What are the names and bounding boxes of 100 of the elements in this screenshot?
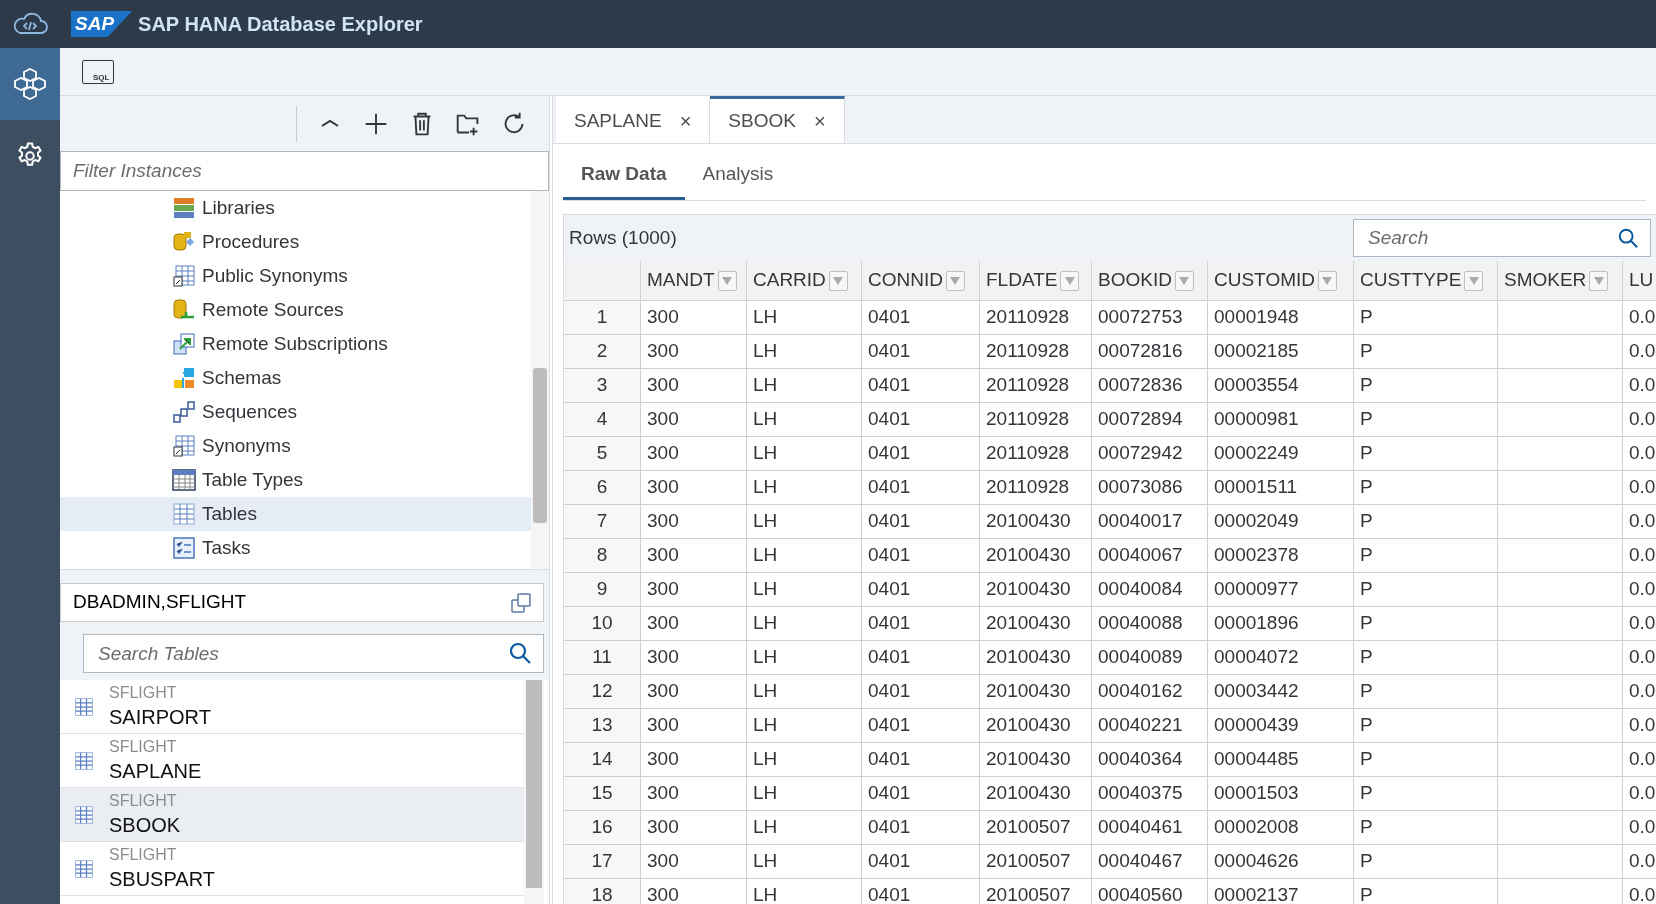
table-cell: LH [747,675,862,709]
table-cell: 300 [641,709,747,743]
tree-item-label: Tasks [202,535,251,560]
close-tab-button[interactable]: × [813,106,826,136]
tree-item-label: Public Synonyms [202,263,348,288]
table-cell: 20100430 [980,505,1092,539]
database-explorer-button[interactable] [0,48,60,120]
table-icon [74,804,94,825]
tree-item-label: Remote Sources [202,297,344,322]
table-cell: 300 [641,335,747,369]
editor-tab[interactable]: SAPLANE × [556,96,711,143]
column-menu-icon[interactable] [1589,270,1609,291]
search-tables-field[interactable]: Search Tables [83,634,544,673]
table-cell: 00072836 [1092,369,1208,403]
table-cell: 20100507 [980,811,1092,845]
table-cell: LH [747,777,862,811]
table-cell: 00040067 [1092,539,1208,573]
search-icon[interactable] [1617,227,1639,249]
column-header[interactable]: SMOKER [1498,261,1623,301]
table-cell: 300 [641,811,747,845]
column-menu-icon[interactable] [1318,270,1337,291]
table-cell: 00001896 [1208,607,1354,641]
table-cell: 00072816 [1092,335,1208,369]
column-menu-icon[interactable] [828,270,848,291]
tree-item-label: Sequences [202,399,298,424]
table-cell: P [1354,845,1498,879]
row-number: 7 [564,505,641,539]
tree-item[interactable]: Tables [60,497,531,531]
column-menu-icon[interactable] [1174,270,1194,291]
cloud-code-icon[interactable] [11,12,49,36]
open-in-new-icon[interactable] [511,592,531,613]
table-cell: 20110928 [980,369,1092,403]
table-list-item[interactable]: SFLIGHT SBOOK [60,788,524,842]
column-menu-icon[interactable] [1060,270,1080,291]
table-cell: 20100430 [980,675,1092,709]
table-cell: 00003442 [1208,675,1354,709]
table-icon [172,502,196,526]
table-cell: 0401 [862,335,980,369]
table-cell: 00000439 [1208,709,1354,743]
schema-label: SFLIGHT [109,845,178,864]
table-cell: 0401 [862,607,980,641]
scrollbar-thumb[interactable] [526,680,542,888]
table-cell: 00040084 [1092,573,1208,607]
row-number: 14 [564,743,641,777]
column-menu-icon[interactable] [945,270,965,291]
sql-console-button[interactable]: SQL [82,59,114,84]
column-header[interactable]: CARRID [747,261,862,301]
table-cell: 20100430 [980,573,1092,607]
column-header[interactable] [564,261,641,301]
column-header[interactable]: CUSTTYPE [1354,261,1498,301]
scrollbar-thumb[interactable] [533,368,547,523]
table-cell: 300 [641,845,747,879]
column-header[interactable]: FLDATE [980,261,1092,301]
table-cell: P [1354,437,1498,471]
column-header[interactable]: CONNID [862,261,980,301]
table-cell: P [1354,709,1498,743]
tree-item-label: Table Types [202,467,304,492]
column-header[interactable]: BOOKID [1092,261,1208,301]
tree-item-label: Procedures [202,229,300,254]
column-menu-icon[interactable] [717,270,737,291]
schema-label: SFLIGHT [109,683,178,702]
column-header[interactable]: MANDT [641,261,747,301]
table-cell: 00002008 [1208,811,1354,845]
table-cell: 300 [641,369,747,403]
linked-windows-icon [172,332,196,356]
column-menu-icon[interactable] [1464,270,1484,291]
table-name: SAIRPORT [109,704,211,730]
table-icon [74,750,94,771]
table-cell: 20100430 [980,777,1092,811]
table-cell: 00040088 [1092,607,1208,641]
table-cell: 00040467 [1092,845,1208,879]
table-cell: 00002185 [1208,335,1354,369]
view-tab[interactable]: Analysis [684,152,792,200]
chevron-up-icon [320,118,340,129]
table-cell: 300 [641,675,747,709]
table-cell: 00001948 [1208,301,1354,335]
table-cell: P [1354,743,1498,777]
column-header[interactable]: LU [1623,261,1656,301]
table-cell: LH [747,709,862,743]
table-cell: 00072942 [1092,437,1208,471]
row-number: 10 [564,607,641,641]
row-number: 4 [564,403,641,437]
database-procedure-icon [172,230,196,254]
table-cell: 20110928 [980,335,1092,369]
table-cell: P [1354,641,1498,675]
view-tab[interactable]: Raw Data [563,152,685,200]
column-header[interactable]: CUSTOMID [1208,261,1354,301]
table-cell: 00001511 [1208,471,1354,505]
table-cell: 00001503 [1208,777,1354,811]
filter-field[interactable]: Filter Instances [60,151,549,191]
tree-item-label: Tables [202,501,257,526]
table-cell: LH [747,743,862,777]
search-field[interactable]: Search [1353,219,1651,257]
table-cell: 0401 [862,369,980,403]
search-icon[interactable] [508,641,532,665]
table-cell: 300 [641,403,747,437]
editor-tab[interactable]: SBOOK × [710,96,845,143]
table-cell: 20110928 [980,301,1092,335]
close-tab-button[interactable]: × [679,106,692,136]
row-number: 11 [564,641,641,675]
